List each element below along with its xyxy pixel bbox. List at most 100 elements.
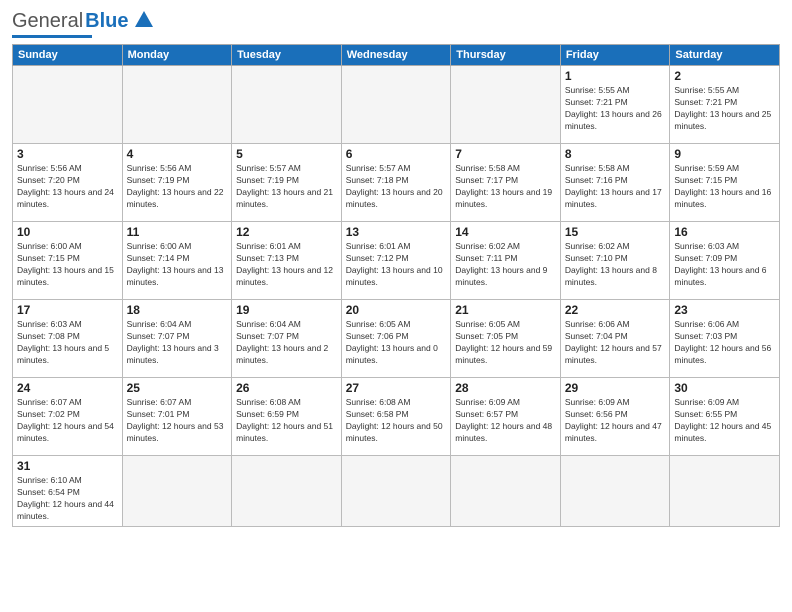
day-number: 2 (674, 69, 775, 83)
day-info: Sunrise: 6:01 AMSunset: 7:12 PMDaylight:… (346, 241, 447, 289)
calendar-cell: 24 Sunrise: 6:07 AMSunset: 7:02 PMDayligh… (13, 378, 123, 456)
calendar-cell (13, 66, 123, 144)
header: General Blue (12, 10, 780, 38)
day-info: Sunrise: 6:07 AMSunset: 7:02 PMDaylight:… (17, 397, 118, 445)
day-header-monday: Monday (122, 45, 232, 66)
logo-wordmark: General Blue (12, 10, 153, 33)
day-info: Sunrise: 6:07 AMSunset: 7:01 PMDaylight:… (127, 397, 228, 445)
day-header-thursday: Thursday (451, 45, 561, 66)
calendar-cell: 30 Sunrise: 6:09 AMSunset: 6:55 PMDayligh… (670, 378, 780, 456)
day-number: 7 (455, 147, 556, 161)
calendar-cell (670, 456, 780, 527)
calendar-cell (560, 456, 670, 527)
logo-general: General (12, 10, 83, 33)
day-info: Sunrise: 6:04 AMSunset: 7:07 PMDaylight:… (127, 319, 228, 367)
calendar-cell: 15 Sunrise: 6:02 AMSunset: 7:10 PMDayligh… (560, 222, 670, 300)
calendar-cell: 16 Sunrise: 6:03 AMSunset: 7:09 PMDayligh… (670, 222, 780, 300)
day-header-saturday: Saturday (670, 45, 780, 66)
day-number: 3 (17, 147, 118, 161)
day-number: 30 (674, 381, 775, 395)
day-header-friday: Friday (560, 45, 670, 66)
day-info: Sunrise: 5:59 AMSunset: 7:15 PMDaylight:… (674, 163, 775, 211)
calendar-cell: 1Sunrise: 5:55 AMSunset: 7:21 PMDaylight… (560, 66, 670, 144)
logo-blue: Blue (85, 10, 128, 33)
calendar-cell (232, 66, 342, 144)
calendar-cell: 31 Sunrise: 6:10 AMSunset: 6:54 PMDayligh… (13, 456, 123, 527)
day-header-wednesday: Wednesday (341, 45, 451, 66)
day-info: Sunrise: 6:05 AMSunset: 7:05 PMDaylight:… (455, 319, 556, 367)
day-number: 17 (17, 303, 118, 317)
day-info: Sunrise: 6:08 AMSunset: 6:59 PMDaylight:… (236, 397, 337, 445)
calendar-cell: 17 Sunrise: 6:03 AMSunset: 7:08 PMDayligh… (13, 300, 123, 378)
calendar-cell: 7 Sunrise: 5:58 AMSunset: 7:17 PMDaylight… (451, 144, 561, 222)
calendar-cell: 26 Sunrise: 6:08 AMSunset: 6:59 PMDayligh… (232, 378, 342, 456)
calendar-cell: 27Sunrise: 6:08 AMSunset: 6:58 PMDayligh… (341, 378, 451, 456)
calendar-cell: 5 Sunrise: 5:57 AMSunset: 7:19 PMDaylight… (232, 144, 342, 222)
calendar-week-5: 24 Sunrise: 6:07 AMSunset: 7:02 PMDayligh… (13, 378, 780, 456)
day-info: Sunrise: 5:58 AMSunset: 7:16 PMDaylight:… (565, 163, 666, 211)
day-number: 23 (674, 303, 775, 317)
day-info: Sunrise: 6:06 AMSunset: 7:04 PMDaylight:… (565, 319, 666, 367)
day-number: 6 (346, 147, 447, 161)
day-info: Sunrise: 6:09 AMSunset: 6:56 PMDaylight:… (565, 397, 666, 445)
calendar-cell (122, 456, 232, 527)
day-number: 21 (455, 303, 556, 317)
calendar-cell: 9 Sunrise: 5:59 AMSunset: 7:15 PMDaylight… (670, 144, 780, 222)
calendar-cell: 29 Sunrise: 6:09 AMSunset: 6:56 PMDayligh… (560, 378, 670, 456)
day-number: 31 (17, 459, 118, 473)
day-info: Sunrise: 6:10 AMSunset: 6:54 PMDaylight:… (17, 475, 118, 523)
day-info: Sunrise: 5:56 AMSunset: 7:20 PMDaylight:… (17, 163, 118, 211)
calendar-cell: 23Sunrise: 6:06 AMSunset: 7:03 PMDayligh… (670, 300, 780, 378)
day-info: Sunrise: 6:00 AMSunset: 7:14 PMDaylight:… (127, 241, 228, 289)
day-number: 19 (236, 303, 337, 317)
day-number: 16 (674, 225, 775, 239)
calendar-cell (232, 456, 342, 527)
day-info: Sunrise: 6:01 AMSunset: 7:13 PMDaylight:… (236, 241, 337, 289)
day-number: 20 (346, 303, 447, 317)
day-number: 10 (17, 225, 118, 239)
day-info: Sunrise: 5:58 AMSunset: 7:17 PMDaylight:… (455, 163, 556, 211)
calendar-cell (451, 456, 561, 527)
day-info: Sunrise: 6:09 AMSunset: 6:55 PMDaylight:… (674, 397, 775, 445)
calendar-cell: 6 Sunrise: 5:57 AMSunset: 7:18 PMDaylight… (341, 144, 451, 222)
day-info: Sunrise: 6:02 AMSunset: 7:10 PMDaylight:… (565, 241, 666, 289)
day-number: 11 (127, 225, 228, 239)
calendar-week-6: 31 Sunrise: 6:10 AMSunset: 6:54 PMDayligh… (13, 456, 780, 527)
day-number: 4 (127, 147, 228, 161)
calendar-cell (341, 66, 451, 144)
day-info: Sunrise: 5:55 AMSunset: 7:21 PMDaylight:… (674, 85, 775, 133)
day-info: Sunrise: 6:05 AMSunset: 7:06 PMDaylight:… (346, 319, 447, 367)
day-info: Sunrise: 5:57 AMSunset: 7:19 PMDaylight:… (236, 163, 337, 211)
day-info: Sunrise: 6:04 AMSunset: 7:07 PMDaylight:… (236, 319, 337, 367)
calendar-week-2: 3 Sunrise: 5:56 AMSunset: 7:20 PMDaylight… (13, 144, 780, 222)
calendar-cell: 14 Sunrise: 6:02 AMSunset: 7:11 PMDayligh… (451, 222, 561, 300)
day-number: 22 (565, 303, 666, 317)
calendar-cell: 18 Sunrise: 6:04 AMSunset: 7:07 PMDayligh… (122, 300, 232, 378)
day-info: Sunrise: 6:09 AMSunset: 6:57 PMDaylight:… (455, 397, 556, 445)
calendar-cell: 22 Sunrise: 6:06 AMSunset: 7:04 PMDayligh… (560, 300, 670, 378)
day-number: 13 (346, 225, 447, 239)
calendar-week-3: 10 Sunrise: 6:00 AMSunset: 7:15 PMDayligh… (13, 222, 780, 300)
day-number: 8 (565, 147, 666, 161)
day-info: Sunrise: 6:00 AMSunset: 7:15 PMDaylight:… (17, 241, 118, 289)
calendar-cell: 3 Sunrise: 5:56 AMSunset: 7:20 PMDaylight… (13, 144, 123, 222)
day-info: Sunrise: 6:02 AMSunset: 7:11 PMDaylight:… (455, 241, 556, 289)
logo-triangle-icon (135, 11, 153, 32)
day-number: 9 (674, 147, 775, 161)
calendar-week-4: 17 Sunrise: 6:03 AMSunset: 7:08 PMDayligh… (13, 300, 780, 378)
day-info: Sunrise: 6:03 AMSunset: 7:08 PMDaylight:… (17, 319, 118, 367)
day-number: 27 (346, 381, 447, 395)
day-number: 18 (127, 303, 228, 317)
day-number: 24 (17, 381, 118, 395)
day-number: 15 (565, 225, 666, 239)
day-number: 26 (236, 381, 337, 395)
day-info: Sunrise: 6:03 AMSunset: 7:09 PMDaylight:… (674, 241, 775, 289)
calendar-cell: 10 Sunrise: 6:00 AMSunset: 7:15 PMDayligh… (13, 222, 123, 300)
day-info: Sunrise: 5:57 AMSunset: 7:18 PMDaylight:… (346, 163, 447, 211)
day-number: 14 (455, 225, 556, 239)
day-number: 5 (236, 147, 337, 161)
day-header-sunday: Sunday (13, 45, 123, 66)
day-number: 29 (565, 381, 666, 395)
day-number: 25 (127, 381, 228, 395)
day-number: 12 (236, 225, 337, 239)
